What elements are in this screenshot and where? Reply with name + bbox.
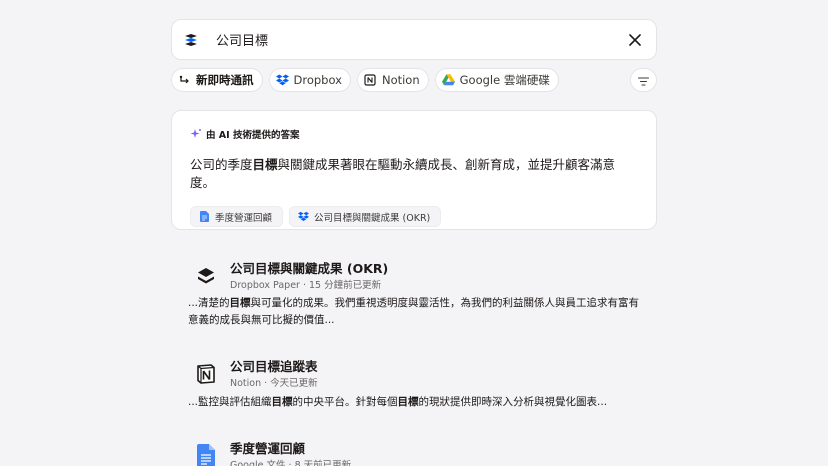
filter-chip-label: Notion xyxy=(381,73,420,87)
filter-chip-dropbox[interactable]: Dropbox xyxy=(268,68,351,92)
source-chip-quarterly-review[interactable]: 季度營運回顧 xyxy=(190,206,284,227)
dropbox-icon xyxy=(275,74,289,87)
notion-icon xyxy=(364,74,377,87)
filter-chip-label: Dropbox xyxy=(293,73,342,87)
source-chip-label: 公司目標與關鍵成果 (OKR) xyxy=(314,212,431,224)
snippet-part: 的現狀提供即時深入分析與視覺化圖表... xyxy=(418,396,608,408)
search-result-tracker[interactable]: 公司目標追蹤表 Notion · 今天已更新 ...監控與評估組織目標的中央平台… xyxy=(188,356,658,412)
filter-chip-notion[interactable]: Notion xyxy=(356,68,429,92)
search-result-okr[interactable]: 公司目標與關鍵成果 (OKR) Dropbox Paper · 15 分鐘前已更… xyxy=(188,258,658,336)
message-arrow-icon xyxy=(178,74,191,87)
snippet-part: ...清楚的 xyxy=(188,297,230,309)
source-filters: 新即時通訊 Dropbox Notion Google 雲端硬碟 xyxy=(171,68,657,92)
sparkle-icon xyxy=(190,128,202,140)
result-title[interactable]: 公司目標與關鍵成果 (OKR) xyxy=(230,258,388,277)
ai-answer-card: 由 AI 技術提供的答案 公司的季度目標與關鍵成果著眼在驅動永續成長、創新育成，… xyxy=(171,110,657,230)
result-meta: Dropbox Paper · 15 分鐘前已更新 xyxy=(230,280,382,291)
source-chip-okr[interactable]: 公司目標與關鍵成果 (OKR) xyxy=(289,206,442,227)
filter-chip-label: Google 雲端硬碟 xyxy=(459,73,550,87)
ai-answer-part: 公司的季度 xyxy=(190,157,253,172)
snippet-part: ...監控與評估組織 xyxy=(188,396,272,408)
snippet-highlight: 目標 xyxy=(271,396,293,408)
result-snippet: ...監控與評估組織目標的中央平台。針對每個目標的現狀提供即時深入分析與視覺化圖… xyxy=(188,394,648,411)
ai-answer-header-label: 由 AI 技術提供的答案 xyxy=(206,130,300,141)
close-icon[interactable] xyxy=(626,31,644,49)
filter-chip-label: 新即時通訊 xyxy=(196,73,254,87)
ai-answer-header: 由 AI 技術提供的答案 xyxy=(190,127,638,141)
result-meta: Notion · 今天已更新 xyxy=(230,378,318,389)
filter-chip-new-message[interactable]: 新即時通訊 xyxy=(171,68,263,92)
snippet-part: 的中央平台。針對每個 xyxy=(292,396,398,408)
result-meta: Google 文件 · 8 天前已更新 xyxy=(230,460,352,466)
snippet-part: 與可量化的成果。我們重視透明度與靈活性，為我們的利益關係人與員工追求有富有意義的… xyxy=(188,297,640,326)
snippet-highlight: 目標 xyxy=(397,396,419,408)
filter-chip-google-drive[interactable]: Google 雲端硬碟 xyxy=(434,68,559,92)
result-title[interactable]: 季度營運回顧 xyxy=(230,438,305,457)
result-title[interactable]: 公司目標追蹤表 xyxy=(230,356,318,375)
google-drive-icon xyxy=(441,74,455,87)
dropbox-icon xyxy=(298,211,310,222)
ai-answer-text: 公司的季度目標與關鍵成果著眼在驅動永續成長、創新育成，並提升顧客滿意度。 xyxy=(190,156,638,192)
ai-sources: 季度營運回顧 公司目標與關鍵成果 (OKR) xyxy=(190,206,638,227)
source-chip-label: 季度營運回顧 xyxy=(215,212,273,224)
result-snippet: ...清楚的目標與可量化的成果。我們重視透明度與靈活性，為我們的利益關係人與員工… xyxy=(188,295,648,329)
filter-lines-icon xyxy=(637,71,650,90)
google-docs-icon xyxy=(193,442,219,466)
filter-settings-button[interactable] xyxy=(630,68,657,92)
dash-logo-icon xyxy=(182,31,200,49)
dropbox-paper-icon xyxy=(193,262,219,290)
ai-answer-highlight: 目標 xyxy=(252,157,278,172)
notion-icon xyxy=(193,360,219,388)
snippet-highlight: 目標 xyxy=(229,297,251,309)
search-result-quarterly-review[interactable]: 季度營運回顧 Google 文件 · 8 天前已更新 xyxy=(188,438,658,466)
google-docs-icon xyxy=(199,211,210,222)
search-bar[interactable]: 公司目標 xyxy=(171,19,657,60)
search-input[interactable]: 公司目標 xyxy=(216,30,626,49)
